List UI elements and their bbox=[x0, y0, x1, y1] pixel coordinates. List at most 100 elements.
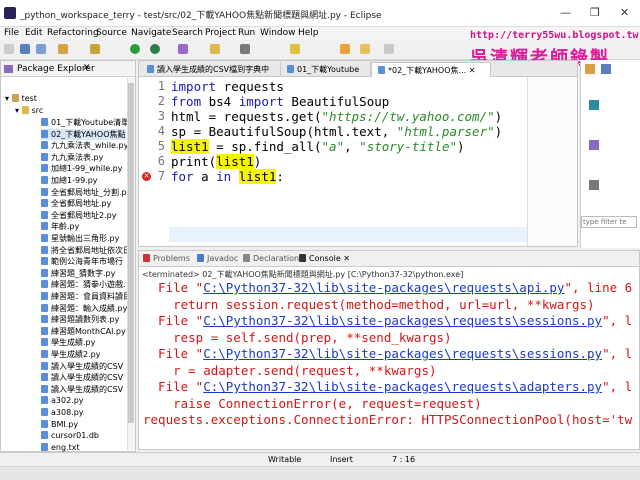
task-list-icon[interactable] bbox=[601, 64, 611, 74]
line-number: 2 bbox=[157, 94, 165, 108]
tab-csv-dict[interactable]: 讀入學生成績的CSV檔到字典中 bbox=[141, 62, 281, 77]
debug-icon[interactable] bbox=[150, 44, 160, 54]
back-icon[interactable] bbox=[340, 44, 350, 54]
tab-problems[interactable]: Problems bbox=[143, 254, 190, 263]
tree-file[interactable]: 讀入學生成績的CSV bbox=[41, 372, 123, 384]
code-line[interactable]: print(list1) bbox=[171, 154, 261, 169]
tree-file[interactable]: 02_下載YAHOO焦點 bbox=[41, 128, 126, 141]
menu-project[interactable]: Project bbox=[205, 28, 236, 38]
code-line[interactable]: html = requests.get("https://tw.yahoo.co… bbox=[171, 109, 502, 124]
external-tools-icon[interactable] bbox=[178, 44, 188, 54]
tree-file[interactable]: 練習題：會員資料讀目 bbox=[41, 291, 131, 303]
tree-file[interactable]: a302.py bbox=[41, 395, 84, 407]
menu-window[interactable]: Window bbox=[260, 28, 296, 38]
tree-file[interactable]: 學生成績2.py bbox=[41, 349, 100, 361]
tree-file[interactable]: 練習題MonthCAl.py bbox=[41, 326, 126, 338]
file-label: a308.py bbox=[51, 408, 84, 417]
menu-run[interactable]: Run bbox=[238, 28, 255, 38]
tree-file[interactable]: 加總1-99_while.py bbox=[41, 163, 123, 175]
tree-file[interactable]: 全省郵局地址_分割.p bbox=[41, 187, 127, 199]
console-file-link[interactable]: C:\Python37-32\lib\site-packages\request… bbox=[203, 379, 602, 394]
menu-file[interactable]: File bbox=[4, 28, 19, 38]
tree-file[interactable]: 九九乘法表.py bbox=[41, 152, 103, 164]
code-line[interactable]: sp = BeautifulSoup(html.text, "html.pars… bbox=[171, 124, 502, 139]
error-marker-icon[interactable]: ✕ bbox=[142, 172, 151, 181]
file-label: 年齡.py bbox=[51, 222, 80, 232]
code-token: "https://tw.yahoo.com/" bbox=[321, 109, 495, 124]
tree-file[interactable]: BMI.py bbox=[41, 419, 78, 431]
save-icon[interactable] bbox=[20, 44, 30, 54]
tree-file[interactable]: 範例公海青年市場行 bbox=[41, 256, 123, 268]
tree-file[interactable]: 全省郵局地址.py bbox=[41, 198, 111, 210]
annotation-icon[interactable] bbox=[290, 44, 300, 54]
tab-youtube[interactable]: 01_下載Youtube bbox=[281, 62, 371, 77]
save-all-icon[interactable] bbox=[36, 44, 46, 54]
menu-refactoring[interactable]: Refactoring bbox=[47, 28, 99, 38]
code-line[interactable]: from bs4 import BeautifulSoup bbox=[171, 94, 389, 109]
console-file-link[interactable]: C:\Python37-32\lib\site-packages\request… bbox=[203, 280, 564, 295]
close-tab-icon[interactable]: ✕ bbox=[341, 254, 350, 263]
file-label: 練習題：猜拳小遊戲. bbox=[51, 280, 126, 290]
file-label: 練習題_猜數字.py bbox=[51, 268, 116, 278]
menu-search[interactable]: Search bbox=[172, 28, 203, 38]
file-label: 九九乘法表.py bbox=[51, 152, 104, 162]
console-file-link[interactable]: C:\Python37-32\lib\site-packages\request… bbox=[203, 346, 602, 361]
package-icon[interactable] bbox=[90, 44, 100, 54]
tree-file[interactable]: 學生成績.py bbox=[41, 337, 95, 349]
code-line[interactable]: import requests bbox=[171, 79, 284, 94]
tree-file[interactable]: 星號輸出三角形.py bbox=[41, 233, 119, 245]
close-icon[interactable]: ✕ bbox=[620, 6, 629, 19]
tree-file[interactable]: 九九乘法表_while.py bbox=[41, 140, 128, 152]
tree-file[interactable]: a308.py bbox=[41, 407, 84, 419]
package-explorer: Package Explorer ✕ ▾ test ▾ src 01_下載You… bbox=[0, 60, 136, 452]
tree-file[interactable]: 加總1-99.py bbox=[41, 175, 98, 187]
line-number: 7 bbox=[157, 169, 165, 183]
maximize-icon[interactable]: ❐ bbox=[590, 6, 600, 19]
forward-nav-icon[interactable] bbox=[384, 44, 394, 54]
menu-help[interactable]: Help bbox=[298, 28, 319, 38]
new-icon[interactable] bbox=[4, 44, 14, 54]
console-text: File " bbox=[143, 280, 204, 295]
search-icon[interactable] bbox=[240, 44, 250, 54]
filter-icon[interactable] bbox=[589, 180, 599, 190]
scrollbar-thumb[interactable] bbox=[128, 83, 134, 423]
tree-file[interactable]: cursor01.db bbox=[41, 430, 99, 442]
menu-edit[interactable]: Edit bbox=[25, 28, 42, 38]
outline-icon[interactable] bbox=[585, 64, 595, 74]
tab-yahoo[interactable]: *02_下載YAHOO焦... ✕ bbox=[371, 62, 491, 77]
tree-file[interactable]: 練習題讀數列表.py bbox=[41, 314, 119, 326]
tree-file[interactable]: 練習題_猜數字.py bbox=[41, 268, 115, 280]
tab-declaration[interactable]: Declaration bbox=[243, 254, 299, 263]
tab-console[interactable]: Console ✕ bbox=[299, 254, 350, 263]
close-tab-icon[interactable]: ✕ bbox=[466, 66, 476, 75]
tree-file[interactable]: 全省郵局地址2.py bbox=[41, 210, 116, 222]
tab-javadoc[interactable]: Javadoc bbox=[197, 254, 238, 263]
tree-src[interactable]: ▾ src bbox=[15, 105, 43, 117]
console-file-link[interactable]: C:\Python37-32\lib\site-packages\request… bbox=[203, 313, 602, 328]
file-label: 加總1-99.py bbox=[51, 176, 98, 185]
forward-icon[interactable] bbox=[360, 44, 370, 54]
tree-file[interactable]: 讀入學生成績的CSV bbox=[41, 361, 123, 373]
sort-icon[interactable] bbox=[589, 100, 599, 110]
tree-project[interactable]: ▾ test bbox=[5, 93, 37, 105]
code-line[interactable]: for a in list1: bbox=[171, 169, 284, 184]
tree-file[interactable]: 讀入學生成績的CSV bbox=[41, 384, 123, 396]
tree-file[interactable]: 練習題：猜拳小遊戲. bbox=[41, 279, 126, 291]
tree-file[interactable]: 將全省郵局地址依次日 bbox=[41, 245, 131, 257]
menu-navigate[interactable]: Navigate bbox=[131, 28, 171, 38]
overview-ruler[interactable] bbox=[527, 77, 577, 246]
print-icon[interactable] bbox=[58, 44, 68, 54]
minimize-icon[interactable]: — bbox=[560, 6, 571, 19]
open-type-icon[interactable] bbox=[210, 44, 220, 54]
menu-source[interactable]: Source bbox=[96, 28, 127, 38]
run-icon[interactable] bbox=[130, 44, 140, 54]
close-view-icon[interactable]: ✕ bbox=[83, 63, 91, 73]
code-line[interactable]: list1 = sp.find_all("a", "story-title") bbox=[171, 139, 465, 154]
tree-file[interactable]: 01_下載Youtube清單 bbox=[41, 117, 129, 129]
outline-filter-input[interactable] bbox=[581, 216, 637, 228]
tree-file[interactable]: 年齡.py bbox=[41, 221, 79, 233]
hide-fields-icon[interactable] bbox=[589, 140, 599, 150]
line-number: 4 bbox=[157, 124, 165, 138]
python-file-icon bbox=[41, 141, 48, 150]
tree-file[interactable]: 練習題：輸入成績.py bbox=[41, 303, 127, 315]
